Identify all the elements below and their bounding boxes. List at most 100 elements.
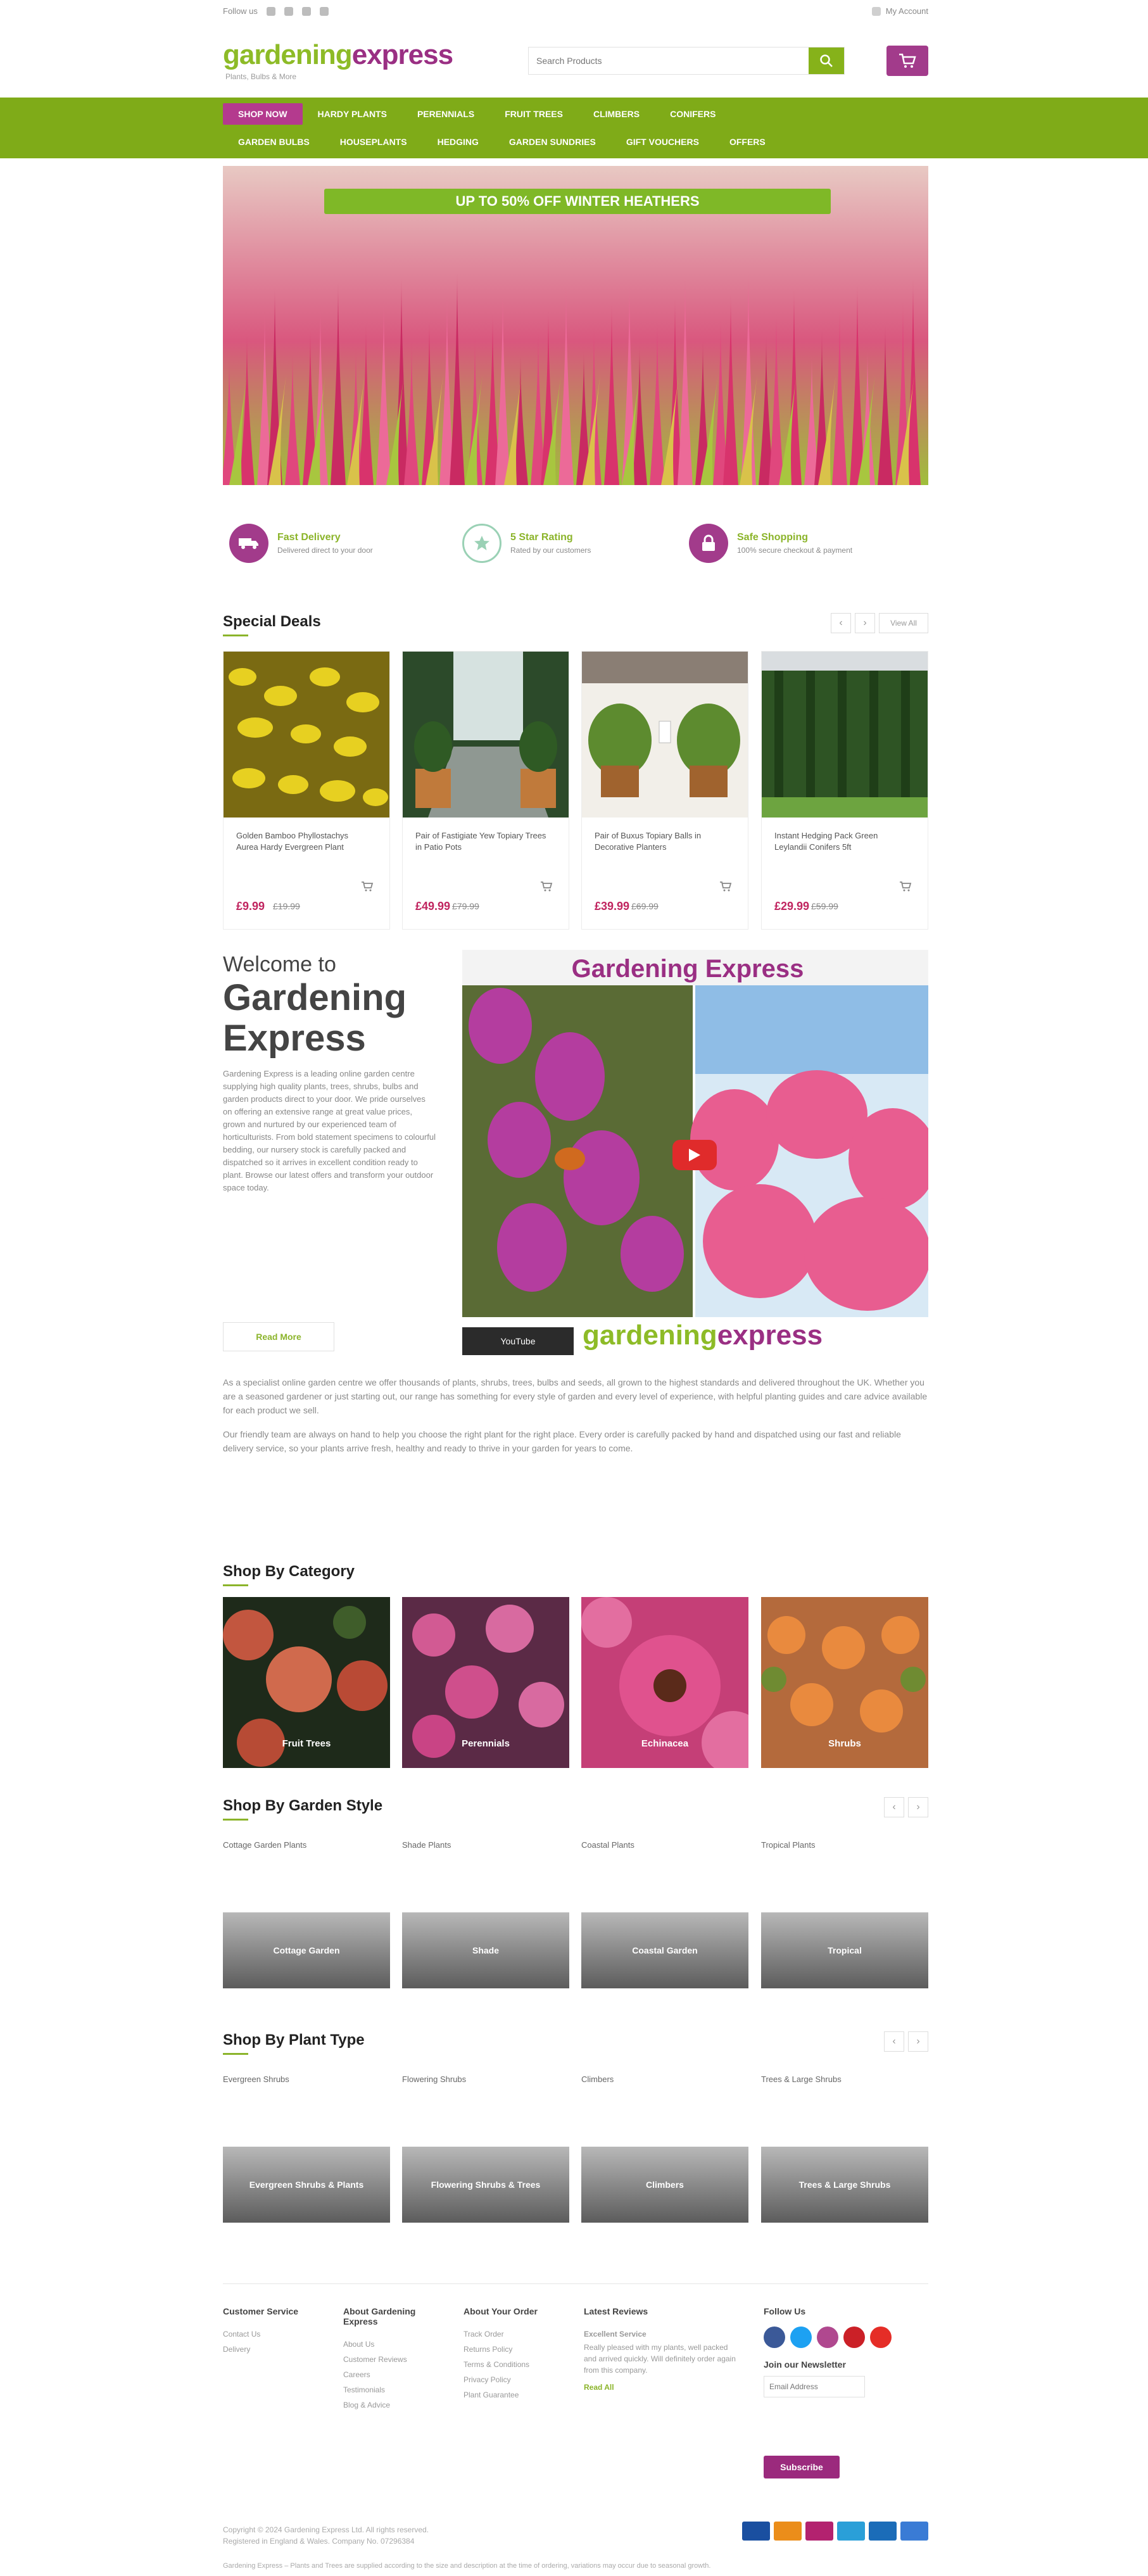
- search-input[interactable]: [529, 47, 816, 74]
- chevron-left-icon[interactable]: ‹: [884, 1797, 904, 1817]
- newsletter-email-input[interactable]: [764, 2376, 865, 2397]
- instagram-icon[interactable]: [817, 2327, 838, 2348]
- product-image[interactable]: [403, 652, 569, 818]
- product-card[interactable]: Golden Bamboo Phyllostachys Aurea Hardy …: [223, 651, 390, 930]
- footer-link[interactable]: Contact Us: [223, 2327, 331, 2342]
- play-button[interactable]: [672, 1140, 717, 1170]
- payment-icons: [742, 2522, 928, 2541]
- plant-type-tile[interactable]: Climbers Climbers: [581, 2071, 748, 2223]
- category-tile[interactable]: Shrubs: [761, 1597, 928, 1768]
- add-to-cart-icon[interactable]: [358, 877, 377, 896]
- view-all-button[interactable]: View All: [879, 613, 928, 633]
- add-to-cart-icon[interactable]: [896, 877, 915, 896]
- product-name[interactable]: Pair of Buxus Topiary Balls in Decorativ…: [595, 830, 728, 853]
- product-name[interactable]: Golden Bamboo Phyllostachys Aurea Hardy …: [236, 830, 369, 853]
- twitter-icon[interactable]: [790, 2327, 812, 2348]
- facebook-icon[interactable]: [266, 6, 275, 16]
- product-image[interactable]: [762, 652, 928, 818]
- product-image[interactable]: [224, 652, 389, 818]
- footer-link[interactable]: Testimonials: [343, 2382, 451, 2397]
- chevron-left-icon[interactable]: ‹: [831, 613, 851, 633]
- add-to-cart-icon[interactable]: [716, 877, 735, 896]
- tile-button[interactable]: Trees & Large Shrubs: [761, 2147, 928, 2223]
- facebook-icon[interactable]: [764, 2327, 785, 2348]
- tile-button[interactable]: Cottage Garden: [223, 1912, 390, 1988]
- add-to-cart-icon[interactable]: [537, 877, 556, 896]
- tile-button[interactable]: Evergreen Shrubs & Plants: [223, 2147, 390, 2223]
- twitter-icon[interactable]: [284, 6, 293, 16]
- nav-item-perennials[interactable]: Perennials: [402, 103, 489, 125]
- garden-style-tile[interactable]: Coastal Plants Coastal Garden: [581, 1836, 748, 1988]
- category-tile[interactable]: Fruit Trees: [223, 1597, 390, 1768]
- nav-item-garden-bulbs[interactable]: Garden Bulbs: [223, 131, 325, 153]
- tile-button[interactable]: Climbers: [581, 2147, 748, 2223]
- product-name[interactable]: Instant Hedging Pack Green Leylandii Con…: [774, 830, 907, 853]
- product-name[interactable]: Pair of Fastigiate Yew Topiary Trees in …: [415, 830, 548, 853]
- plant-type-tile[interactable]: Trees & Large Shrubs Trees & Large Shrub…: [761, 2071, 928, 2223]
- footer-link[interactable]: Returns Policy: [464, 2342, 571, 2357]
- plant-type-tile[interactable]: Flowering Shrubs Flowering Shrubs & Tree…: [402, 2071, 569, 2223]
- site-logo[interactable]: gardeningexpress Plants, Bulbs & More: [223, 39, 453, 90]
- footer-link[interactable]: Plant Guarantee: [464, 2387, 571, 2402]
- search-button[interactable]: [809, 47, 844, 74]
- subscribe-button[interactable]: Subscribe: [764, 2456, 840, 2478]
- pinterest-icon[interactable]: [843, 2327, 865, 2348]
- garden-style-tile[interactable]: Cottage Garden Plants Cottage Garden: [223, 1836, 390, 1988]
- nav-item-climbers[interactable]: Climbers: [578, 103, 655, 125]
- tile-button[interactable]: Coastal Garden: [581, 1912, 748, 1988]
- cart-button[interactable]: [886, 46, 928, 76]
- nav-item-gift-vouchers[interactable]: Gift Vouchers: [611, 131, 714, 153]
- footer-col-order: About Your Order Track Order Returns Pol…: [464, 2306, 571, 2402]
- read-all-reviews-link[interactable]: Read All: [584, 2380, 736, 2395]
- hero-promo-banner[interactable]: UP TO 50% OFF WINTER HEATHERS: [324, 189, 831, 214]
- nav-row-1: Shop Now Hardy Plants Perennials Fruit T…: [223, 100, 928, 128]
- nav-item-garden-sundries[interactable]: Garden Sundries: [494, 131, 611, 153]
- category-tile[interactable]: Perennials: [402, 1597, 569, 1768]
- tile-button[interactable]: Flowering Shrubs & Trees: [402, 2147, 569, 2223]
- usp-title: 5 Star Rating: [510, 532, 573, 543]
- chevron-right-icon[interactable]: ›: [908, 2031, 928, 2052]
- footer-link[interactable]: Customer Reviews: [343, 2352, 451, 2367]
- footer-link[interactable]: Careers: [343, 2367, 451, 2382]
- youtube-badge[interactable]: YouTube: [462, 1327, 574, 1355]
- chevron-left-icon[interactable]: ‹: [884, 2031, 904, 2052]
- nav-item-offers[interactable]: Offers: [714, 131, 781, 153]
- footer-link[interactable]: Delivery: [223, 2342, 331, 2357]
- nav-item-hedging[interactable]: Hedging: [422, 131, 494, 153]
- footer-link[interactable]: Track Order: [464, 2327, 571, 2342]
- garden-style-tile[interactable]: Shade Plants Shade: [402, 1836, 569, 1988]
- product-card[interactable]: Instant Hedging Pack Green Leylandii Con…: [761, 651, 928, 930]
- nav-item-fruit-trees[interactable]: Fruit Trees: [489, 103, 578, 125]
- search-icon: [820, 54, 833, 67]
- welcome-small-heading: Welcome to: [223, 952, 336, 976]
- nav-item-hardy-plants[interactable]: Hardy Plants: [303, 103, 402, 125]
- account-link[interactable]: My Account: [871, 6, 928, 16]
- product-image[interactable]: [582, 652, 748, 818]
- instagram-icon[interactable]: [319, 6, 329, 16]
- footer-link[interactable]: Terms & Conditions: [464, 2357, 571, 2372]
- carousel-controls: ‹ ›: [884, 2031, 928, 2052]
- nav-item-shop-now[interactable]: Shop Now: [223, 103, 303, 125]
- garden-style-tile[interactable]: Tropical Plants Tropical: [761, 1836, 928, 1988]
- pinterest-icon[interactable]: [301, 6, 311, 16]
- footer-link[interactable]: Privacy Policy: [464, 2372, 571, 2387]
- product-card[interactable]: Pair of Buxus Topiary Balls in Decorativ…: [581, 651, 748, 930]
- plant-type-tile[interactable]: Evergreen Shrubs Evergreen Shrubs & Plan…: [223, 2071, 390, 2223]
- paypal-icon: [869, 2522, 897, 2541]
- nav-item-houseplants[interactable]: Houseplants: [325, 131, 422, 153]
- youtube-icon[interactable]: [870, 2327, 892, 2348]
- hero-banner[interactable]: UP TO 50% OFF WINTER HEATHERS: [223, 166, 928, 485]
- chevron-right-icon[interactable]: ›: [908, 1797, 928, 1817]
- footer-link[interactable]: Blog & Advice: [343, 2397, 451, 2413]
- tile-button[interactable]: Shade: [402, 1912, 569, 1988]
- nav-item-conifers[interactable]: Conifers: [655, 103, 731, 125]
- category-tile[interactable]: Echinacea: [581, 1597, 748, 1768]
- welcome-big-heading: Gardening Express: [223, 977, 407, 1059]
- chevron-right-icon[interactable]: ›: [855, 613, 875, 633]
- product-card[interactable]: Pair of Fastigiate Yew Topiary Trees in …: [402, 651, 569, 930]
- usp-strip: Fast Delivery Delivered direct to your do…: [223, 512, 928, 575]
- read-more-button[interactable]: Read More: [223, 1322, 334, 1351]
- footer-link[interactable]: About Us: [343, 2337, 451, 2352]
- tile-button[interactable]: Tropical: [761, 1912, 928, 1988]
- video-player[interactable]: Gardening Express YouTube gardeningexpre…: [462, 950, 928, 1355]
